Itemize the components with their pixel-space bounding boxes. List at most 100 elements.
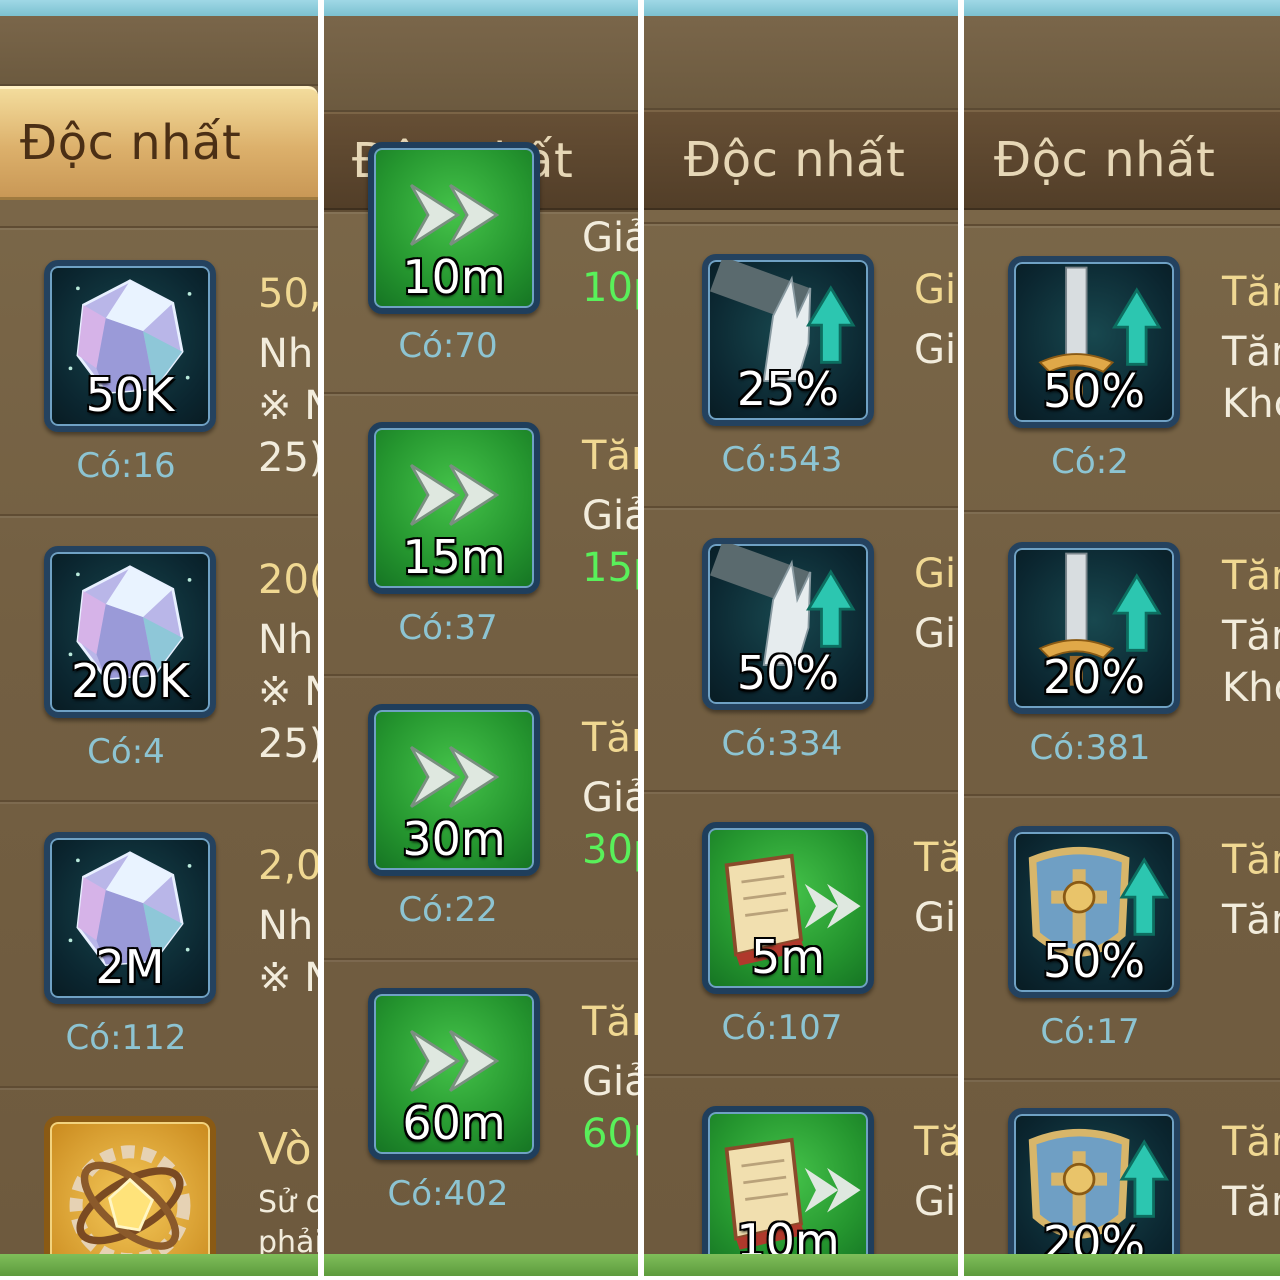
item-desc-line: Sử d bbox=[258, 1185, 318, 1220]
item-duration: 15p bbox=[582, 545, 638, 591]
item-row[interactable]: 20% Có:381 Tăr Tăr Khc bbox=[964, 510, 1280, 794]
owned-count: Có:543 bbox=[721, 440, 843, 480]
gem-icon[interactable]: 50K bbox=[44, 260, 216, 432]
item-row[interactable]: 200K Có:4 20( Nh ※ N 25) bbox=[0, 514, 318, 800]
item-desc-line: Giả bbox=[582, 493, 638, 539]
item-title: Vò bbox=[258, 1124, 312, 1175]
research-book-icon[interactable]: 5m bbox=[702, 822, 874, 994]
item-title: Tăr bbox=[582, 433, 638, 479]
item-row[interactable]: 10m Tă Gi bbox=[644, 1074, 958, 1276]
speedup-arrow-icon[interactable]: 60m bbox=[368, 988, 540, 1160]
item-note-line: ※ N bbox=[258, 383, 318, 429]
item-desc-line: Gi bbox=[914, 1179, 957, 1225]
item-desc-line: Tăr bbox=[1222, 1179, 1280, 1225]
item-desc-line: Tăr bbox=[1222, 897, 1280, 943]
shield-buff-icon[interactable]: 50% bbox=[1008, 826, 1180, 998]
tab-unique[interactable]: Độc nhất bbox=[964, 110, 1280, 210]
relic-art bbox=[69, 1145, 191, 1267]
item-row[interactable]: 50% Có:17 Tăr Tăr bbox=[964, 794, 1280, 1078]
item-desc-line: Gi bbox=[914, 327, 957, 373]
item-quantity: 50% bbox=[736, 646, 840, 700]
item-title: Tăr bbox=[1222, 553, 1280, 599]
item-quantity: 10m bbox=[402, 250, 506, 304]
top-bar bbox=[324, 16, 638, 112]
speedup-arrow-icon[interactable]: 10m bbox=[368, 142, 540, 314]
item-title: Gi bbox=[914, 267, 957, 313]
panel-speedups: Độc nhất 10m Có:70 Giả 10p 15m Có:37 Tăr… bbox=[324, 0, 638, 1276]
item-title: Tă bbox=[914, 835, 958, 881]
gem-icon[interactable]: 2M bbox=[44, 832, 216, 1004]
sword-buff-icon[interactable]: 50% bbox=[1008, 256, 1180, 428]
item-row[interactable]: 20% Tăr Tăr bbox=[964, 1078, 1280, 1276]
item-desc-line: Gi bbox=[914, 611, 957, 657]
owned-count: Có:2 bbox=[1051, 442, 1129, 482]
owned-count: Có:37 bbox=[398, 608, 498, 648]
item-row[interactable]: 60m Có:402 Tăr Giả 60p bbox=[324, 958, 638, 1276]
item-row[interactable]: 5m Có:107 Tă Gi bbox=[644, 790, 958, 1074]
tab-label: Độc nhất bbox=[20, 115, 242, 171]
item-row[interactable]: 15m Có:37 Tăr Giả 15p bbox=[324, 392, 638, 674]
item-note-line: 25) bbox=[258, 435, 318, 481]
research-book-icon[interactable]: 10m bbox=[702, 1106, 874, 1276]
item-duration: 10p bbox=[582, 265, 638, 311]
item-quantity: 50% bbox=[1042, 364, 1146, 418]
tab-label: Độc nhất bbox=[994, 132, 1216, 188]
item-desc-line: Tăr bbox=[1222, 613, 1280, 659]
item-title: 50, bbox=[258, 271, 318, 317]
item-row[interactable]: 50% Có:2 Tăr Tăr Khc bbox=[964, 224, 1280, 510]
item-title: Tăr bbox=[1222, 269, 1280, 315]
gold-gear-relic-icon[interactable] bbox=[44, 1116, 216, 1276]
item-duration: 60p bbox=[582, 1111, 638, 1157]
item-row[interactable]: 25% Có:543 Gi Gi bbox=[644, 222, 958, 506]
owned-count: Có:107 bbox=[721, 1008, 843, 1048]
owned-count: Có:381 bbox=[1029, 728, 1151, 768]
sword-buff-icon[interactable]: 20% bbox=[1008, 542, 1180, 714]
item-quantity: 5m bbox=[750, 930, 826, 984]
item-desc-line: Giả bbox=[582, 1059, 638, 1105]
owned-count: Có:22 bbox=[398, 890, 498, 930]
item-quantity: 25% bbox=[736, 362, 840, 416]
item-note-line: 25) bbox=[258, 721, 318, 767]
item-note-line: ※ N bbox=[258, 955, 318, 1001]
item-title: Tă bbox=[914, 1119, 958, 1165]
tab-label: Độc nhất bbox=[684, 132, 906, 188]
item-row[interactable]: 2M Có:112 2,0 Nh ※ N bbox=[0, 800, 318, 1086]
item-quantity: 200K bbox=[71, 654, 189, 708]
gem-icon[interactable]: 200K bbox=[44, 546, 216, 718]
item-duration: 30p bbox=[582, 827, 638, 873]
tab-unique[interactable]: Độc nhất bbox=[644, 110, 958, 210]
item-quantity: 2M bbox=[95, 940, 165, 994]
item-desc-line: Khc bbox=[1222, 381, 1280, 427]
item-quantity: 50% bbox=[1042, 934, 1146, 988]
item-row[interactable]: 30m Có:22 Tăr Giả 30p bbox=[324, 674, 638, 958]
owned-count: Có:17 bbox=[1040, 1012, 1140, 1052]
speedup-arrow-icon[interactable]: 30m bbox=[368, 704, 540, 876]
sky-strip bbox=[964, 0, 1280, 16]
shield-buff-icon[interactable]: 20% bbox=[1008, 1108, 1180, 1276]
wing-boot-icon[interactable]: 25% bbox=[702, 254, 874, 426]
item-row[interactable]: 50K Có:16 50, Nh ※ N 25) bbox=[0, 226, 318, 514]
top-bar bbox=[964, 16, 1280, 110]
sky-strip bbox=[324, 0, 638, 16]
owned-count: Có:112 bbox=[65, 1018, 187, 1058]
sky-strip bbox=[644, 0, 958, 16]
top-bar bbox=[644, 16, 958, 110]
item-title: 2,0 bbox=[258, 843, 318, 889]
item-row[interactable]: 50% Có:334 Gi Gi bbox=[644, 506, 958, 790]
item-desc-line: Nh bbox=[258, 903, 314, 949]
item-title: Gi bbox=[914, 551, 957, 597]
speedup-arrow-icon[interactable]: 15m bbox=[368, 422, 540, 594]
item-desc-line: Giả bbox=[582, 775, 638, 821]
item-title: Tăr bbox=[582, 999, 638, 1045]
item-title: Tăr bbox=[1222, 837, 1280, 883]
item-desc-line: Gi bbox=[914, 895, 957, 941]
item-row[interactable]: Vò Sử d phải bbox=[0, 1086, 318, 1276]
ground-strip bbox=[324, 1254, 638, 1276]
tab-unique[interactable]: Độc nhất bbox=[0, 86, 318, 200]
sky-strip bbox=[0, 0, 318, 16]
wing-boot-icon[interactable]: 50% bbox=[702, 538, 874, 710]
ground-strip bbox=[644, 1254, 958, 1276]
item-quantity: 50K bbox=[85, 368, 175, 422]
item-row[interactable]: 10m Có:70 Giả 10p bbox=[324, 142, 638, 392]
owned-count: Có:334 bbox=[721, 724, 843, 764]
